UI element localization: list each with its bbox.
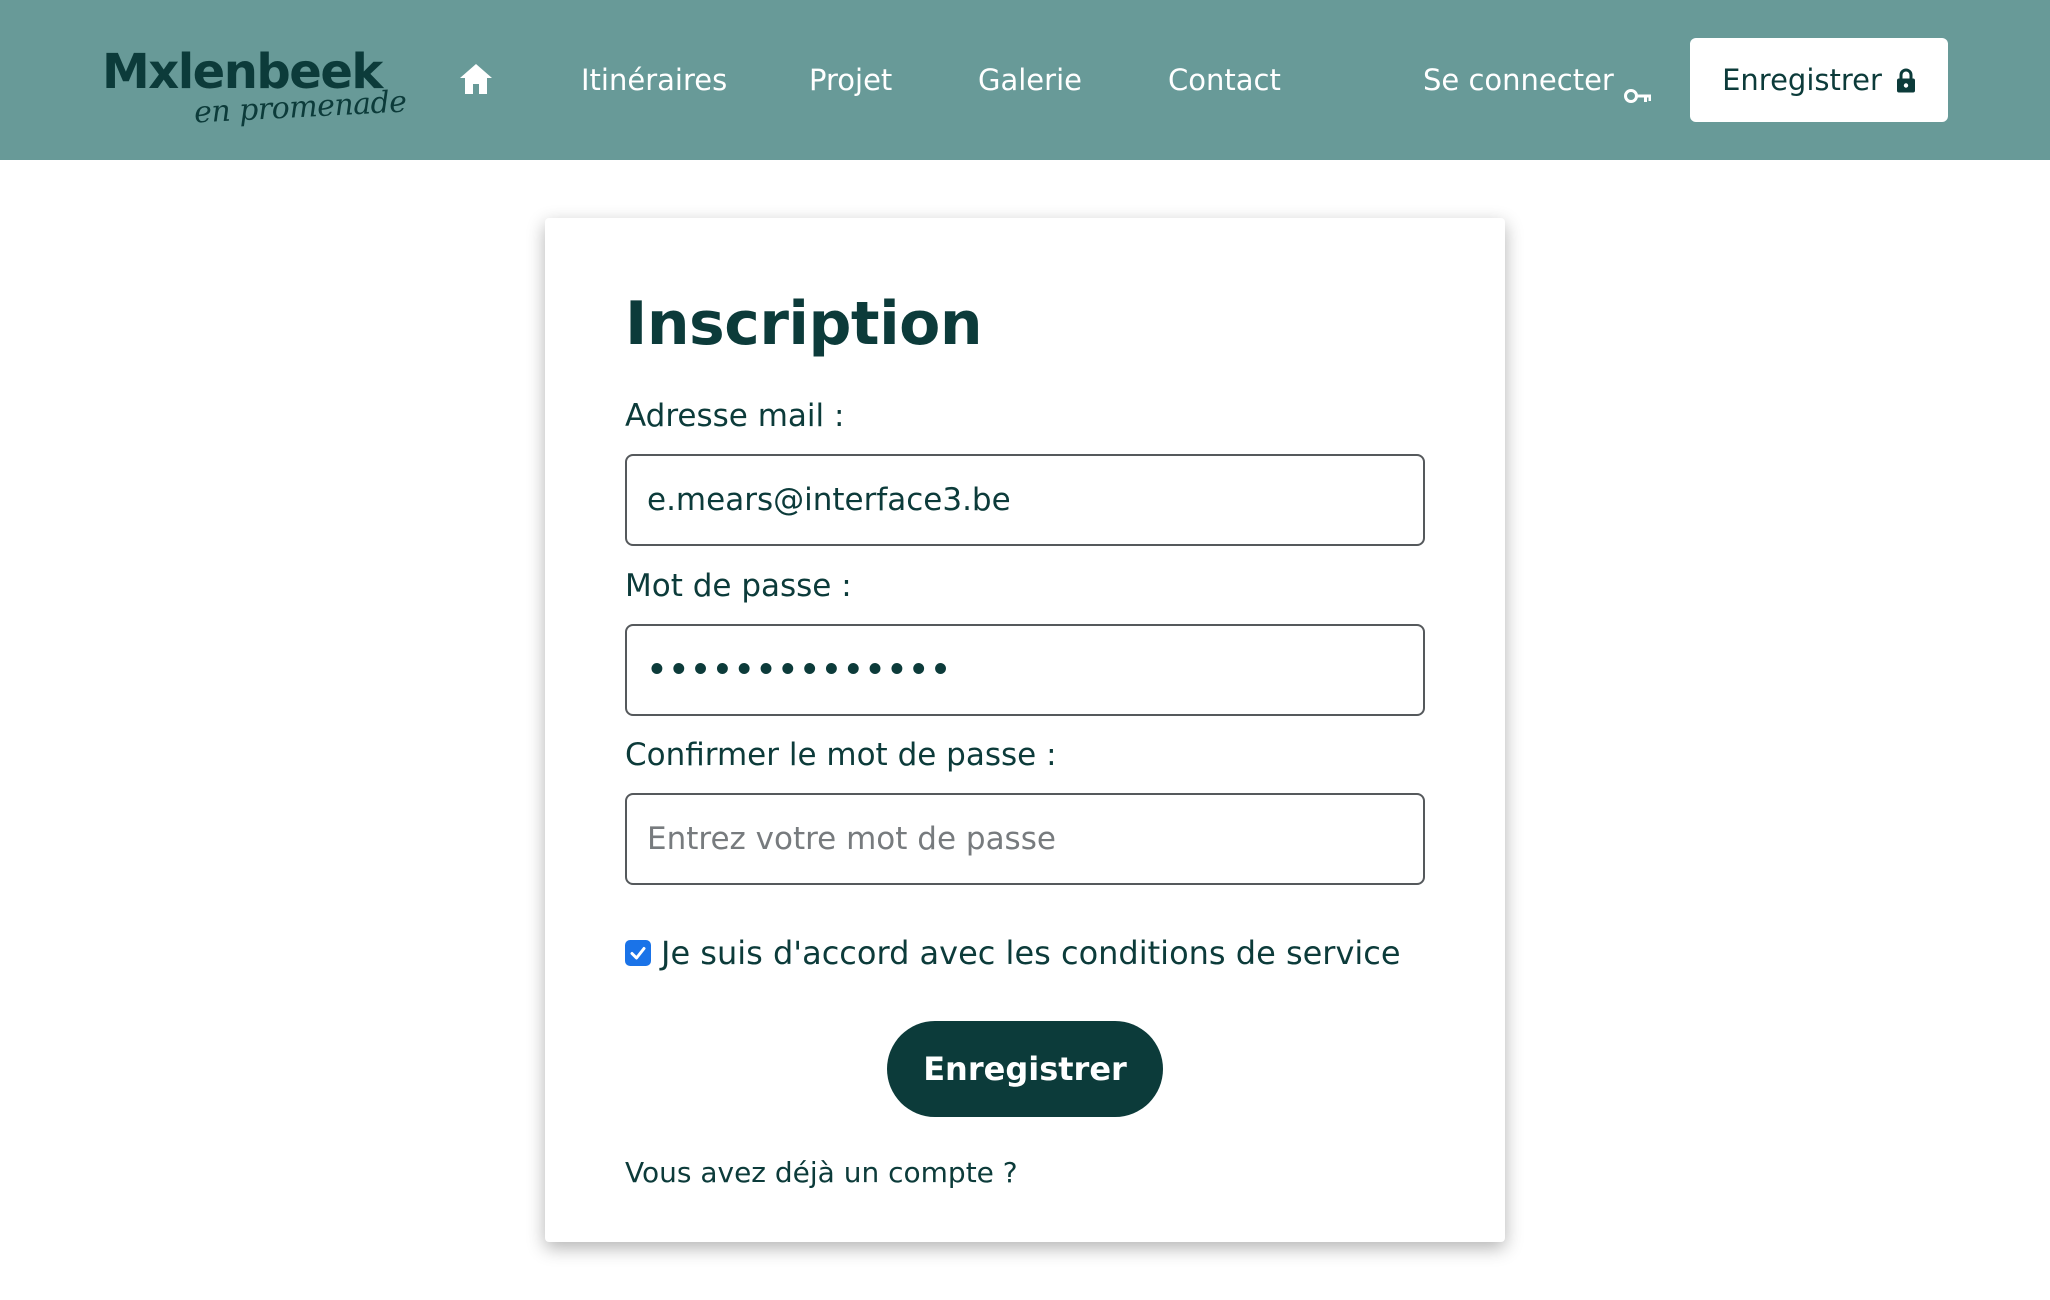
nav-contact[interactable]: Contact [1168, 58, 1281, 102]
confirm-password-field[interactable]: Entrez votre mot de passe [625, 793, 1425, 885]
terms-row: Je suis d'accord avec les conditions de … [625, 932, 1401, 974]
terms-checkbox[interactable] [625, 940, 651, 966]
password-label: Mot de passe : [625, 568, 852, 604]
registration-card: Inscription Adresse mail : e.mears@inter… [545, 218, 1505, 1242]
key-icon [1623, 72, 1652, 103]
home-icon[interactable] [458, 62, 494, 96]
nav-galerie[interactable]: Galerie [978, 58, 1082, 102]
top-navbar: Mxlenbeek en promenade Itinéraires Proje… [0, 0, 2050, 160]
have-account-link[interactable]: Vous avez déjà un compte ? [625, 1154, 1018, 1192]
checkmark-icon [630, 947, 646, 960]
nav-itineraires[interactable]: Itinéraires [581, 58, 727, 102]
email-label: Adresse mail : [625, 398, 845, 434]
nav-projet[interactable]: Projet [809, 58, 892, 102]
confirm-password-label: Confirmer le mot de passe : [625, 737, 1057, 773]
register-nav-label: Enregistrer [1722, 63, 1882, 97]
submit-register-button[interactable]: Enregistrer [887, 1021, 1163, 1117]
site-logo[interactable]: Mxlenbeek en promenade [102, 44, 407, 131]
lock-icon [1896, 67, 1916, 93]
password-field[interactable]: •••••••••••••• [625, 624, 1425, 716]
terms-label[interactable]: Je suis d'accord avec les conditions de … [661, 932, 1401, 974]
email-field[interactable]: e.mears@interface3.be [625, 454, 1425, 546]
page-title: Inscription [625, 289, 983, 359]
login-link[interactable]: Se connecter [1423, 58, 1652, 103]
login-label: Se connecter [1423, 63, 1614, 97]
register-nav-button[interactable]: Enregistrer [1690, 38, 1948, 122]
